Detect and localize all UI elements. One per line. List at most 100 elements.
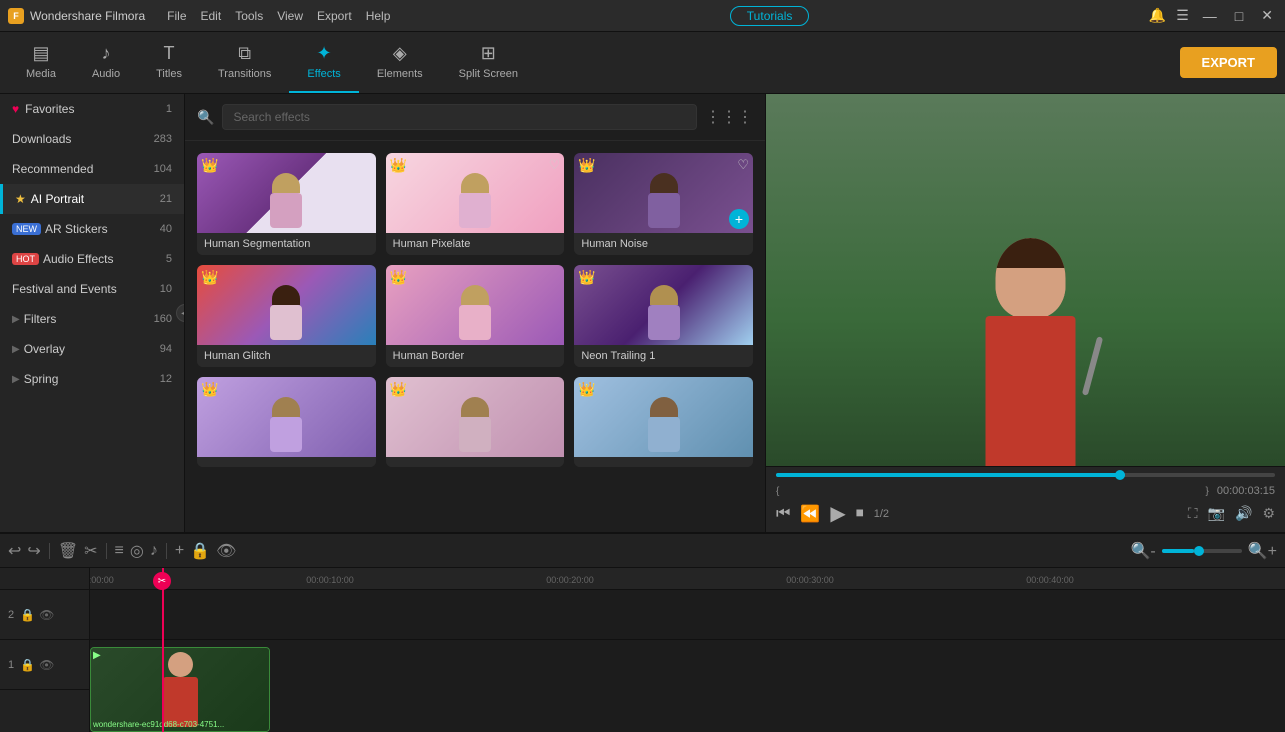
sidebar-item-spring[interactable]: ▶ Spring 12 xyxy=(0,364,184,394)
effect-card-human-pixelate[interactable]: 👑 ♡ Human Pixelate xyxy=(386,153,565,255)
eye-icon[interactable]: 👁 xyxy=(39,658,54,672)
timeline-body: 2 🔒 👁 1 🔒 👁 00:00:00:00 00:00:10:00 00 xyxy=(0,568,1285,732)
sidebar-filters-label: Filters xyxy=(24,312,150,326)
search-input[interactable] xyxy=(222,104,697,130)
thumb-person-figure xyxy=(266,397,306,457)
lock-icon[interactable]: 🔒 xyxy=(20,608,35,622)
play-button[interactable]: ▶ xyxy=(830,501,845,526)
maximize-button[interactable]: □ xyxy=(1231,8,1247,24)
sidebar-filters-count: 160 xyxy=(154,313,172,325)
figure-body xyxy=(985,316,1075,466)
grid-toggle-icon[interactable]: ⋮⋮⋮ xyxy=(705,107,753,127)
favorite-icon[interactable]: ♡ xyxy=(549,157,561,173)
menu-file[interactable]: File xyxy=(167,9,186,23)
menu-export[interactable]: Export xyxy=(317,9,352,23)
effect-label: Human Segmentation xyxy=(197,233,376,255)
frame-back-button[interactable]: ⏪ xyxy=(800,504,820,524)
favorite-icon[interactable]: ♡ xyxy=(737,157,749,173)
playhead-handle[interactable]: ✂ xyxy=(153,572,171,590)
sidebar-item-ai-portrait[interactable]: ★ AI Portrait 21 xyxy=(0,184,184,214)
crown-badge-icon: 👑 xyxy=(578,381,595,398)
stop-button[interactable]: ⏹ xyxy=(856,505,864,523)
crown-badge-icon: 👑 xyxy=(578,157,595,174)
fullscreen-button[interactable]: ⛶ xyxy=(1188,505,1198,522)
settings-button[interactable]: ⚙ xyxy=(1262,505,1275,522)
sidebar-item-ar-stickers[interactable]: NEW AR Stickers 40 xyxy=(0,214,184,244)
close-button[interactable]: ✕ xyxy=(1257,7,1277,24)
zoom-in-button[interactable]: 🔍+ xyxy=(1248,541,1277,561)
delete-button[interactable]: 🗑 xyxy=(58,541,78,561)
audio-waveform-button[interactable]: ♪ xyxy=(150,542,158,560)
preview-panel: { } 00:00:03:15 ⏮ ⏪ ▶ ⏹ 1/2 ⛶ 📷 🔊 ⚙ xyxy=(765,94,1285,532)
snap-button[interactable]: ◎ xyxy=(130,541,144,561)
volume-button[interactable]: 🔊 xyxy=(1235,505,1252,522)
sidebar-ai-portrait-count: 21 xyxy=(160,193,172,205)
preview-progress-bar[interactable] xyxy=(776,473,1275,477)
effect-label: Human Noise xyxy=(574,233,753,255)
eye-icon[interactable]: 👁 xyxy=(39,608,54,622)
menu-bar: File Edit Tools View Export Help xyxy=(167,9,390,23)
menu-help[interactable]: Help xyxy=(366,9,391,23)
track-icons: 🔒 👁 xyxy=(20,658,54,672)
effect-thumb: 👑 xyxy=(574,265,753,345)
ruler-mark-40: 00:00:40:00 xyxy=(1026,575,1074,585)
toolbar-transitions[interactable]: ⧉ Transitions xyxy=(200,32,289,93)
effect-add-button[interactable]: + xyxy=(729,209,749,229)
zoom-out-button[interactable]: 🔍- xyxy=(1130,541,1155,561)
timeline-settings-button[interactable]: ≡ xyxy=(115,542,124,560)
toolbar-titles[interactable]: T Titles xyxy=(138,32,200,93)
tutorials-button[interactable]: Tutorials xyxy=(730,6,810,26)
effect-card-human-glitch[interactable]: 👑 Human Glitch xyxy=(197,265,376,367)
screenshot-button[interactable]: 📷 xyxy=(1208,505,1225,522)
step-back-button[interactable]: ⏮ xyxy=(776,505,790,523)
minimize-button[interactable]: — xyxy=(1199,8,1221,24)
sidebar-item-recommended[interactable]: Recommended 104 xyxy=(0,154,184,184)
effect-card-neon-trailing[interactable]: 👑 Neon Trailing 1 xyxy=(574,265,753,367)
cut-button[interactable]: ✂ xyxy=(84,541,97,561)
toolbar-media[interactable]: ▤ Media xyxy=(8,32,74,93)
toolbar-effects[interactable]: ✦ Effects xyxy=(289,32,358,93)
track-row-1: ▶ wondershare-ec91dd68-c703-4751... xyxy=(90,640,1285,732)
zoom-slider[interactable] xyxy=(1162,549,1242,553)
effect-card-7[interactable]: 👑 xyxy=(197,377,376,467)
thumb-person-figure xyxy=(644,173,684,233)
menu-tools[interactable]: Tools xyxy=(235,9,263,23)
sidebar-item-downloads[interactable]: Downloads 283 xyxy=(0,124,184,154)
preview-progress-handle[interactable] xyxy=(1115,470,1125,480)
preview-timestamp: 00:00:03:15 xyxy=(1217,485,1275,497)
effect-card-9[interactable]: 👑 xyxy=(574,377,753,467)
effect-thumb: 👑 ♡ + xyxy=(574,153,753,233)
export-button[interactable]: EXPORT xyxy=(1180,47,1277,78)
sidebar-item-overlay[interactable]: ▶ Overlay 94 xyxy=(0,334,184,364)
crown-badge-icon: 👑 xyxy=(390,269,407,286)
track-area: ▶ wondershare-ec91dd68-c703-4751... xyxy=(90,590,1285,732)
lock-icon[interactable]: 🔒 xyxy=(20,658,35,672)
toolbar-audio[interactable]: ♪ Audio xyxy=(74,32,138,93)
menu-view[interactable]: View xyxy=(277,9,303,23)
effect-label: Human Border xyxy=(386,345,565,367)
effect-card-8[interactable]: 👑 xyxy=(386,377,565,467)
settings-icon[interactable]: ☰ xyxy=(1176,7,1189,24)
toolbar-split-screen[interactable]: ⊞ Split Screen xyxy=(441,32,536,93)
effect-card-human-segmentation[interactable]: 👑 Human Segmentation xyxy=(197,153,376,255)
redo-button[interactable]: ↪ xyxy=(27,541,40,561)
menu-edit[interactable]: Edit xyxy=(201,9,222,23)
video-clip[interactable]: ▶ wondershare-ec91dd68-c703-4751... xyxy=(90,647,270,732)
timeline-content: 00:00:00:00 00:00:10:00 00:00:20:00 00:0… xyxy=(90,568,1285,732)
lock-button[interactable]: 🔒 xyxy=(190,541,210,561)
add-track-button[interactable]: + xyxy=(175,542,184,560)
app-name: Wondershare Filmora xyxy=(30,9,145,23)
sidebar-item-festival-events[interactable]: Festival and Events 10 xyxy=(0,274,184,304)
effect-card-human-noise[interactable]: 👑 ♡ + Human Noise xyxy=(574,153,753,255)
toolbar-elements[interactable]: ◈ Elements xyxy=(359,32,441,93)
sidebar-downloads-label: Downloads xyxy=(12,132,150,146)
sidebar-item-favorites[interactable]: ♥ Favorites 1 xyxy=(0,94,184,124)
undo-button[interactable]: ↩ xyxy=(8,541,21,561)
sidebar-item-filters[interactable]: ▶ Filters 160 xyxy=(0,304,184,334)
effect-card-human-border[interactable]: 👑 Human Border xyxy=(386,265,565,367)
ruler-mark-0: 00:00:00:00 xyxy=(90,575,114,585)
eye-button[interactable]: 👁 xyxy=(216,541,236,561)
sidebar-item-audio-effects[interactable]: HOT Audio Effects 5 xyxy=(0,244,184,274)
notification-icon[interactable]: 🔔 xyxy=(1149,7,1166,24)
preview-video-area xyxy=(766,94,1285,466)
